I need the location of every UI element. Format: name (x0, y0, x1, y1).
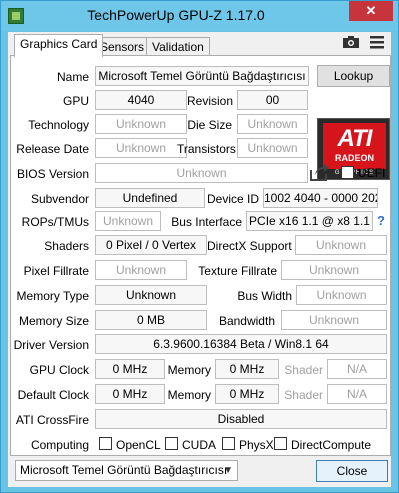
cuda-label: CUDA (182, 438, 217, 452)
bios-version-label: BIOS Version (16, 167, 89, 181)
rops-tmus-field: Unknown (95, 211, 161, 231)
bus-interface-label: Bus Interface (171, 215, 242, 229)
pixel-fillrate-field: Unknown (95, 260, 187, 280)
revision-field: 00 (237, 90, 308, 110)
directcompute-label: DirectCompute (291, 438, 372, 452)
client-area: Graphics Card Sensors Validation Name Mi… (8, 32, 391, 487)
revision-label: Revision (187, 94, 234, 108)
technology-field: Unknown (95, 114, 187, 134)
bandwidth-label: Bandwidth (218, 314, 275, 328)
gpu-clock-shader-label: Shader (284, 363, 323, 377)
bus-width-field: Unknown (296, 285, 387, 305)
die-size-label: Die Size (187, 118, 232, 132)
gpu-clock-memory-label: Memory (167, 363, 211, 377)
window-close-button[interactable]: ✕ (349, 1, 393, 21)
memory-size-label: Memory Size (18, 314, 89, 328)
window-title: TechPowerUp GPU-Z 1.17.0 (87, 7, 265, 23)
name-field: Microsoft Temel Görüntü Bağdaştırıcısı (95, 66, 309, 86)
shaders-field: 0 Pixel / 0 Vertex (95, 235, 207, 255)
bios-version-field: Unknown (95, 163, 308, 183)
die-size-field: Unknown (237, 114, 308, 134)
physx-checkbox[interactable] (222, 437, 235, 450)
camera-icon[interactable] (343, 36, 359, 48)
rops-tmus-label: ROPs/TMUs (21, 215, 89, 229)
opencl-checkbox[interactable] (99, 437, 112, 450)
memory-type-field: Unknown (95, 285, 207, 305)
graphics-card-panel: Name Microsoft Temel Görüntü Bağdaştırıc… (10, 55, 391, 456)
gpu-field: 4040 (95, 90, 187, 110)
title-bar[interactable]: TechPowerUp GPU-Z 1.17.0 ✕ (1, 1, 398, 31)
close-button[interactable]: Close (316, 460, 388, 482)
directx-label: DirectX Support (207, 239, 292, 253)
gpu-clock-memory-field: 0 MHz (215, 359, 279, 379)
memory-type-label: Memory Type (16, 289, 89, 303)
default-clock-shader-label: Shader (284, 388, 323, 402)
bus-width-label: Bus Width (237, 289, 292, 303)
device-id-field: 1002 4040 - 0000 2020 (263, 188, 378, 208)
bandwidth-field: Unknown (281, 310, 387, 330)
gpu-clock-shader-field: N/A (327, 359, 387, 379)
radeon-logo-text: RADEON (334, 153, 374, 163)
default-clock-memory-label: Memory (167, 388, 211, 402)
subvendor-field: Undefined (95, 188, 205, 208)
gpuz-window: TechPowerUp GPU-Z 1.17.0 ✕ Graphics Card… (0, 0, 399, 493)
device-select-value: Microsoft Temel Görüntü Bağdaştırıcısı (20, 463, 228, 477)
tab-validation[interactable]: Validation (146, 37, 210, 56)
transistors-label: Transistors (177, 142, 236, 156)
release-date-field: Unknown (95, 138, 187, 158)
gpu-clock-field: 0 MHz (95, 359, 165, 379)
gpu-label: GPU (62, 94, 89, 108)
texture-fillrate-field: Unknown (281, 260, 387, 280)
shaders-label: Shaders (44, 239, 89, 253)
transistors-field: Unknown (237, 138, 308, 158)
default-clock-label: Default Clock (17, 388, 89, 402)
texture-fillrate-label: Texture Fillrate (198, 264, 277, 278)
chevron-down-icon: ▼ (223, 465, 233, 476)
uefi-label: UEFI (358, 166, 386, 180)
directcompute-checkbox[interactable] (274, 437, 287, 450)
driver-version-field: 6.3.9600.16384 Beta / Win8.1 64 (95, 334, 387, 354)
device-id-label: Device ID (206, 192, 259, 206)
crossfire-label: ATI CrossFire (15, 413, 89, 427)
device-select[interactable]: Microsoft Temel Görüntü Bağdaştırıcısı ▼ (15, 460, 238, 481)
cuda-checkbox[interactable] (165, 437, 178, 450)
release-date-label: Release Date (16, 142, 89, 156)
subvendor-label: Subvendor (30, 192, 89, 206)
lookup-button[interactable]: Lookup (317, 65, 390, 87)
gpu-clock-label: GPU Clock (29, 363, 89, 377)
uefi-checkbox[interactable] (341, 166, 354, 179)
tab-graphics-card[interactable]: Graphics Card (14, 34, 104, 57)
technology-label: Technology (28, 118, 89, 132)
directx-field: Unknown (295, 235, 387, 255)
default-clock-shader-field: N/A (327, 384, 387, 404)
memory-size-field: 0 MB (95, 310, 207, 330)
bus-interface-field: PCIe x16 1.1 @ x8 1.1 (246, 211, 373, 231)
opencl-label: OpenCL (116, 438, 161, 452)
name-label: Name (56, 70, 89, 84)
hamburger-menu-icon[interactable] (370, 36, 384, 49)
pixel-fillrate-label: Pixel Fillrate (23, 264, 89, 278)
physx-label: PhysX (239, 438, 274, 452)
share-bios-icon[interactable] (309, 162, 330, 182)
default-clock-memory-field: 0 MHz (215, 384, 279, 404)
computing-label: Computing (30, 438, 89, 452)
driver-version-label: Driver Version (13, 338, 89, 352)
crossfire-field: Disabled (95, 409, 387, 429)
ati-logo-text: ATI (337, 125, 373, 152)
bus-interface-help-icon[interactable]: ? (377, 213, 385, 228)
default-clock-field: 0 MHz (95, 384, 165, 404)
